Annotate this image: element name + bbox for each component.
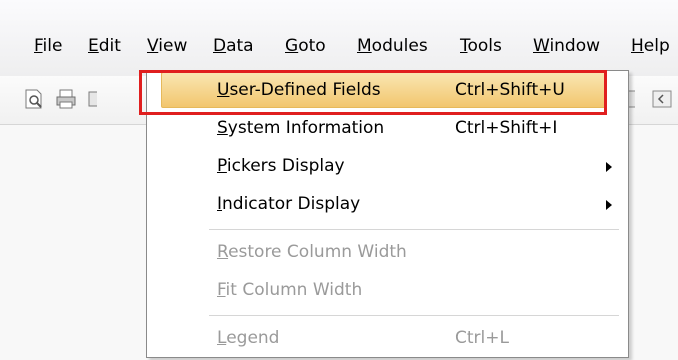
menu-item-label: Legend: [217, 328, 280, 348]
menu-goto-label: oto: [298, 36, 326, 56]
menu-item-pickers-display[interactable]: Pickers Display: [147, 148, 628, 185]
menu-edit-mnemonic: E: [88, 36, 99, 56]
menu-view[interactable]: View: [147, 34, 187, 58]
menu-item-system-information[interactable]: System Information Ctrl+Shift+I: [147, 110, 628, 147]
menu-view-label: iew: [158, 36, 188, 56]
menu-item-shortcut: Ctrl+Shift+I: [455, 118, 558, 138]
menu-modules-label: odules: [371, 36, 428, 56]
menu-edit-label: dit: [98, 36, 121, 56]
menu-data-mnemonic: D: [213, 36, 227, 56]
menu-modules-mnemonic: M: [357, 36, 372, 56]
menu-separator: [209, 229, 619, 230]
submenu-arrow-icon: [606, 200, 612, 210]
toolbar-icon[interactable]: [651, 88, 673, 110]
annotation-highlight-box: [139, 70, 607, 115]
menu-goto-mnemonic: G: [285, 36, 299, 56]
menu-goto[interactable]: Goto: [285, 34, 326, 58]
menu-bar: File Edit View Data Goto Modules Tools W…: [0, 0, 678, 76]
menu-item-label: System Information: [217, 118, 385, 138]
menu-file-label: ile: [42, 36, 63, 56]
menu-file-mnemonic: F: [34, 36, 43, 56]
menu-item-label: Restore Column Width: [217, 242, 407, 262]
menu-item-fit-column-width: Fit Column Width: [147, 272, 628, 309]
menu-file[interactable]: File: [34, 34, 62, 58]
menu-tools[interactable]: Tools: [460, 34, 502, 58]
print-icon[interactable]: [55, 88, 77, 110]
menu-item-shortcut: Ctrl+L: [455, 328, 509, 348]
submenu-arrow-icon: [606, 162, 612, 172]
menu-tools-mnemonic: T: [460, 36, 468, 56]
menu-window-mnemonic: W: [533, 36, 550, 56]
menu-item-restore-column-width: Restore Column Width: [147, 234, 628, 271]
menu-help-label: elp: [643, 36, 670, 56]
menu-item-label: Pickers Display: [217, 156, 345, 176]
menu-help-mnemonic: H: [631, 36, 644, 56]
menu-data[interactable]: Data: [213, 34, 254, 58]
menu-separator: [209, 315, 619, 316]
menu-item-label: Indicator Display: [217, 194, 361, 214]
menu-item-label: Fit Column Width: [217, 280, 363, 300]
menu-item-indicator-display[interactable]: Indicator Display: [147, 186, 628, 223]
menu-view-mnemonic: V: [147, 36, 159, 56]
menu-window-label: indow: [549, 36, 601, 56]
menu-modules[interactable]: Modules: [357, 34, 428, 58]
menu-edit[interactable]: Edit: [88, 34, 121, 58]
menu-window[interactable]: Window: [533, 34, 600, 58]
toolbar-icon[interactable]: [87, 88, 97, 110]
print-preview-icon[interactable]: [23, 88, 45, 110]
menu-tools-label: ools: [467, 36, 502, 56]
menu-item-legend: Legend Ctrl+L: [147, 320, 628, 357]
menu-data-label: ata: [226, 36, 254, 56]
menu-help[interactable]: Help: [631, 34, 670, 58]
